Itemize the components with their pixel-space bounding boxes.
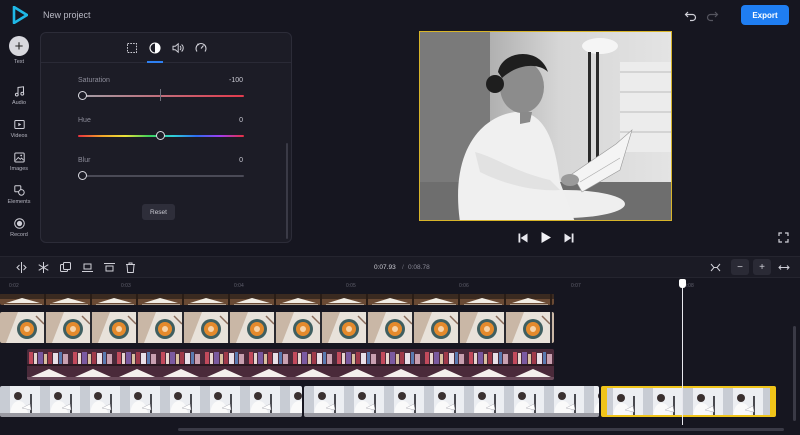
delete-icon[interactable]: [124, 261, 137, 274]
image-icon: [13, 152, 25, 163]
add-icon: +: [9, 36, 29, 56]
play-icon[interactable]: [539, 231, 552, 244]
crop-icon[interactable]: [125, 41, 139, 55]
project-title[interactable]: New project: [43, 10, 91, 20]
clip-thumbnails: [0, 386, 302, 417]
ruler-label: 0:04: [234, 283, 244, 289]
timeline-clip-bookshelf[interactable]: [27, 349, 554, 380]
sidebar-item-label: Text: [13, 59, 25, 65]
blur-value: 0: [239, 157, 243, 164]
sidebar-item-label: Record: [10, 232, 28, 238]
sidebar-item-label: Elements: [7, 199, 31, 205]
timeline-clip-coffee[interactable]: [0, 312, 554, 343]
saturation-value: -100: [228, 77, 243, 84]
timeline-clip-reading-2[interactable]: [304, 386, 599, 417]
zoom-out-button[interactable]: −: [731, 259, 749, 275]
current-time: 0:07.93: [374, 264, 396, 271]
saturation-slider-knob[interactable]: [78, 91, 87, 100]
sidebar-item-label: Images: [9, 166, 29, 172]
clip-trim-handle-left[interactable]: [603, 388, 607, 415]
blur-slider[interactable]: [78, 175, 244, 177]
align-top-icon[interactable]: [103, 261, 116, 274]
align-bottom-icon[interactable]: [81, 261, 94, 274]
ruler-label: 0:02: [9, 283, 19, 289]
clip-thumbnails: [27, 349, 554, 380]
panel-scrollbar[interactable]: [286, 143, 288, 239]
ruler-label: 0:06: [459, 283, 469, 289]
clip-thumbnails: [0, 312, 554, 343]
video-editor: New project Export + Text Audio Videos I…: [0, 0, 800, 435]
sidebar-item-record[interactable]: Record: [0, 218, 38, 238]
sidebar-item-videos[interactable]: Videos: [0, 119, 38, 139]
record-icon: [13, 218, 25, 229]
playhead-line: [682, 280, 683, 425]
timeline-clip-books[interactable]: [0, 293, 554, 305]
saturation-slider[interactable]: [78, 95, 244, 97]
saturation-center-mark: [160, 89, 161, 101]
sidebar-item-audio[interactable]: Audio: [0, 86, 38, 106]
blur-label: Blur: [78, 157, 91, 164]
sidebar-item-label: Audio: [11, 100, 27, 106]
zoom-to-fit-button[interactable]: [706, 259, 724, 275]
music-note-icon: [14, 86, 24, 97]
duplicate-icon[interactable]: [59, 261, 72, 274]
playhead-handle[interactable]: [679, 279, 686, 288]
volume-icon[interactable]: [171, 41, 185, 55]
ruler-label: 0:05: [346, 283, 356, 289]
active-tab-indicator: [147, 61, 163, 63]
hue-label: Hue: [78, 117, 91, 124]
fullscreen-icon[interactable]: [778, 232, 789, 243]
sidebar-item-images[interactable]: Images: [0, 152, 38, 172]
ruler-label: 0:03: [121, 283, 131, 289]
timeline-toolbar: 0:07.93 / 0:08.78 − +: [0, 256, 800, 278]
redo-icon[interactable]: [705, 8, 719, 22]
sidebar: + Text Audio Videos Images Elements Reco…: [0, 30, 38, 250]
reset-button[interactable]: Reset: [142, 204, 175, 220]
sidebar-item-elements[interactable]: Elements: [0, 185, 38, 205]
hue-value: 0: [239, 117, 243, 124]
ruler-label: 0:07: [571, 283, 581, 289]
timeline-horizontal-scrollbar[interactable]: [178, 428, 784, 431]
sidebar-item-text[interactable]: + Text: [0, 36, 38, 65]
color-adjust-panel: Saturation -100 Hue 0 Blur 0 Reset: [40, 32, 292, 243]
skip-back-icon[interactable]: [517, 232, 529, 244]
video-icon: [13, 120, 25, 129]
expand-timeline-button[interactable]: [775, 259, 793, 275]
logo-icon[interactable]: [12, 6, 28, 24]
timeline-vertical-scrollbar[interactable]: [793, 326, 796, 421]
export-button[interactable]: Export: [741, 5, 789, 25]
clip-thumbnails: [0, 294, 554, 305]
skip-forward-icon[interactable]: [563, 232, 575, 244]
speed-icon[interactable]: [194, 41, 208, 55]
time-separator: /: [402, 264, 404, 271]
expand-icon: [778, 264, 790, 270]
fit-icon: [710, 263, 720, 271]
total-duration: 0:08.78: [408, 264, 430, 271]
preview-frame-image: [420, 32, 671, 220]
clip-thumbnails: [304, 386, 599, 417]
panel-tabs: [41, 33, 291, 63]
timeline-clip-reading-selected[interactable]: [601, 386, 776, 417]
split-icon[interactable]: [15, 261, 28, 274]
saturation-label: Saturation: [78, 77, 110, 84]
undo-icon[interactable]: [684, 8, 698, 22]
sidebar-item-label: Videos: [10, 133, 28, 139]
hue-slider-knob[interactable]: [156, 131, 165, 140]
clip-trim-handle-right[interactable]: [770, 388, 774, 415]
freeze-icon[interactable]: [37, 261, 50, 274]
zoom-in-button[interactable]: +: [753, 259, 771, 275]
timeline-clip-reading-1[interactable]: [0, 386, 302, 417]
shapes-icon: [13, 185, 25, 196]
clip-thumbnails: [603, 388, 774, 415]
blur-slider-knob[interactable]: [78, 171, 87, 180]
contrast-icon[interactable]: [148, 41, 162, 55]
video-preview[interactable]: [419, 31, 672, 221]
